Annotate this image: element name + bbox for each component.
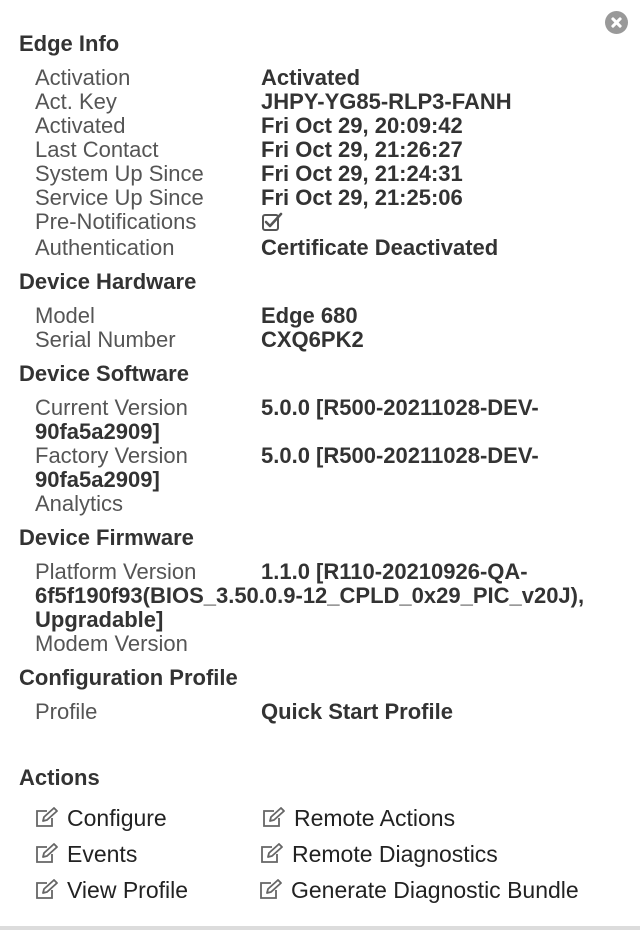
field-label-serial-number: Serial Number [35,327,176,352]
section-title-device-firmware: Device Firmware [19,525,194,550]
section-title-edge-info: Edge Info [19,31,120,56]
field-value-activated: Fri Oct 29, 20:09:42 [261,113,463,138]
action-view-profile[interactable]: View Profile [34,876,188,904]
section-title-device-software: Device Software [19,361,189,386]
edit-icon [261,843,283,863]
field-label-activation: Activation [35,65,131,90]
field-value-authentication: Certificate Deactivated [261,235,499,260]
field-value-system-up-since: Fri Oct 29, 21:24:31 [261,161,463,186]
action-remote-diagnostics[interactable]: Remote Diagnostics [259,840,498,868]
field-value-current-version-number: 5.0.0 [261,395,310,420]
edit-icon [36,807,58,827]
field-row-platform-version: Platform Version 1.1.0 [R110-20210926-QA-… [35,560,635,632]
action-label-events: Events [67,841,138,867]
field-label-analytics: Analytics [35,491,124,516]
field-label-profile: Profile [35,699,98,724]
field-label-model: Model [35,303,95,328]
section-title-actions: Actions [19,765,100,790]
field-label-system-up-since: System Up Since [35,161,204,186]
field-value-last-contact: Fri Oct 29, 21:26:27 [261,137,463,162]
field-row-current-version: Current Version 5.0.0 [R500-20211028-DEV-… [35,396,625,444]
field-value-profile: Quick Start Profile [261,699,453,724]
field-label-factory-version: Factory Version [35,443,188,468]
field-value-service-up-since: Fri Oct 29, 21:25:06 [261,185,463,210]
field-value-factory-version-number: 5.0.0 [261,443,310,468]
action-configure[interactable]: Configure [34,804,167,832]
field-label-act-key: Act. Key [35,89,117,114]
checkbox-checked-icon [262,212,283,231]
edit-icon [36,879,58,899]
action-label-remote-diagnostics: Remote Diagnostics [292,841,498,867]
field-value-activation: Activated [261,65,361,90]
field-label-platform-version: Platform Version [35,559,197,584]
edit-icon [263,807,285,827]
close-button[interactable] [605,11,628,34]
field-label-authentication: Authentication [35,235,175,260]
field-row-factory-version: Factory Version 5.0.0 [R500-20211028-DEV-… [35,444,625,492]
action-remote-actions[interactable]: Remote Actions [261,804,455,832]
field-value-serial-number: CXQ6PK2 [261,327,364,352]
bottom-border [0,926,640,930]
field-value-model: Edge 680 [261,303,358,328]
field-label-current-version: Current Version [35,395,188,420]
action-label-generate-diagnostic-bundle: Generate Diagnostic Bundle [291,877,579,903]
section-title-configuration-profile: Configuration Profile [19,665,238,690]
field-value-act-key: JHPY-YG85-RLP3-FANH [261,89,512,114]
field-label-service-up-since: Service Up Since [35,185,204,210]
field-label-modem-version: Modem Version [35,631,188,656]
action-label-view-profile: View Profile [67,877,189,903]
action-label-configure: Configure [67,805,167,831]
edit-icon [36,843,58,863]
action-label-remote-actions: Remote Actions [294,805,456,831]
field-label-last-contact: Last Contact [35,137,159,162]
edit-icon [260,879,282,899]
section-title-device-hardware: Device Hardware [19,269,197,294]
action-events[interactable]: Events [34,840,137,868]
field-label-pre-notifications: Pre-Notifications [35,209,197,234]
action-generate-diagnostic-bundle[interactable]: Generate Diagnostic Bundle [258,876,579,904]
field-value-platform-version-number: 1.1.0 [261,559,310,584]
field-label-activated: Activated [35,113,126,138]
